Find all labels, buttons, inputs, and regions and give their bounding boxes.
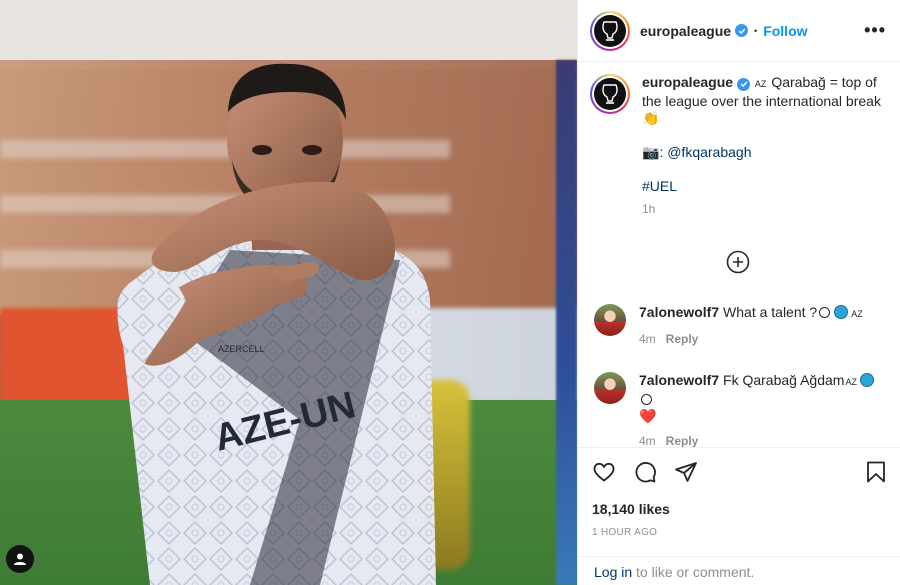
- comment-username[interactable]: 7alonewolf7: [639, 304, 719, 320]
- comment-item: 7alonewolf7 Fk Qarabağ AğdamAZ ❤️ 4m Repl…: [590, 372, 886, 450]
- post-header: europaleague • Follow •••: [578, 0, 900, 62]
- comment-item: 7alonewolf7 What a talent ? AZ 4m Reply: [590, 304, 886, 348]
- caption-avatar[interactable]: [590, 74, 630, 114]
- clap-emoji: 👏: [642, 110, 660, 126]
- comment-username[interactable]: 7alonewolf7: [639, 372, 719, 388]
- share-icon[interactable]: [674, 460, 698, 484]
- post-sidebar: europaleague • Follow ••• europaleague A…: [577, 0, 900, 585]
- flag-az: AZ: [754, 79, 767, 89]
- verified-icon: [737, 77, 751, 91]
- comment-time: 4m: [639, 332, 656, 346]
- post-timestamp[interactable]: 1 HOUR AGO: [592, 527, 887, 538]
- blue-circle-emoji: [859, 373, 874, 387]
- comment-icon[interactable]: [633, 460, 657, 484]
- account-icon[interactable]: [6, 545, 34, 573]
- caption-time: 1h: [642, 202, 656, 216]
- login-link[interactable]: Log in: [594, 564, 632, 580]
- trophy-icon: [602, 20, 618, 41]
- credit-handle-link[interactable]: @fkqarabagh: [667, 144, 751, 160]
- flag-az: AZ: [845, 377, 857, 387]
- profile-avatar[interactable]: [590, 10, 630, 51]
- comment-avatar[interactable]: [594, 372, 626, 404]
- likes-count[interactable]: 18,140 likes: [592, 501, 887, 517]
- blue-circle-emoji: [834, 305, 849, 319]
- circle-emoji: [819, 307, 831, 318]
- follow-button[interactable]: Follow: [763, 23, 807, 39]
- post-media[interactable]: AZE-UN AZERCELL: [0, 0, 577, 585]
- comment-time: 4m: [639, 434, 656, 448]
- heart-icon[interactable]: [592, 460, 616, 484]
- camera-emoji: 📷: [642, 144, 660, 160]
- header-separator: •: [754, 25, 758, 36]
- header-username[interactable]: europaleague: [640, 23, 731, 39]
- heart-emoji: ❤️: [639, 408, 657, 424]
- player-illustration: AZE-UN AZERCELL: [117, 63, 436, 585]
- reply-button[interactable]: Reply: [666, 332, 699, 346]
- hashtag-link[interactable]: #UEL: [642, 178, 677, 194]
- load-more-comments-icon[interactable]: [726, 250, 750, 274]
- caption-username[interactable]: europaleague: [642, 74, 733, 90]
- more-options-icon[interactable]: •••: [864, 20, 886, 41]
- trophy-icon: [602, 84, 618, 104]
- comment-text: What a talent ?: [719, 304, 818, 320]
- reply-button[interactable]: Reply: [666, 434, 699, 448]
- comment-text: Fk Qarabağ Ağdam: [719, 372, 845, 388]
- action-icons: [592, 448, 887, 496]
- login-prompt: Log in to like or comment.: [578, 556, 900, 585]
- comments-section: europaleague AZ Qarabağ = top of the lea…: [578, 62, 900, 448]
- login-suffix: to like or comment.: [632, 564, 755, 580]
- post-actions: 18,140 likes 1 HOUR AGO: [578, 447, 900, 538]
- comment-avatar[interactable]: [594, 304, 626, 336]
- bookmark-icon[interactable]: [865, 460, 887, 484]
- verified-icon: [735, 24, 749, 37]
- shirt-sponsor: AZERCELL: [218, 344, 265, 354]
- caption: europaleague AZ Qarabağ = top of the lea…: [590, 74, 886, 218]
- circle-emoji: [641, 394, 652, 405]
- flag-az: AZ: [851, 309, 863, 319]
